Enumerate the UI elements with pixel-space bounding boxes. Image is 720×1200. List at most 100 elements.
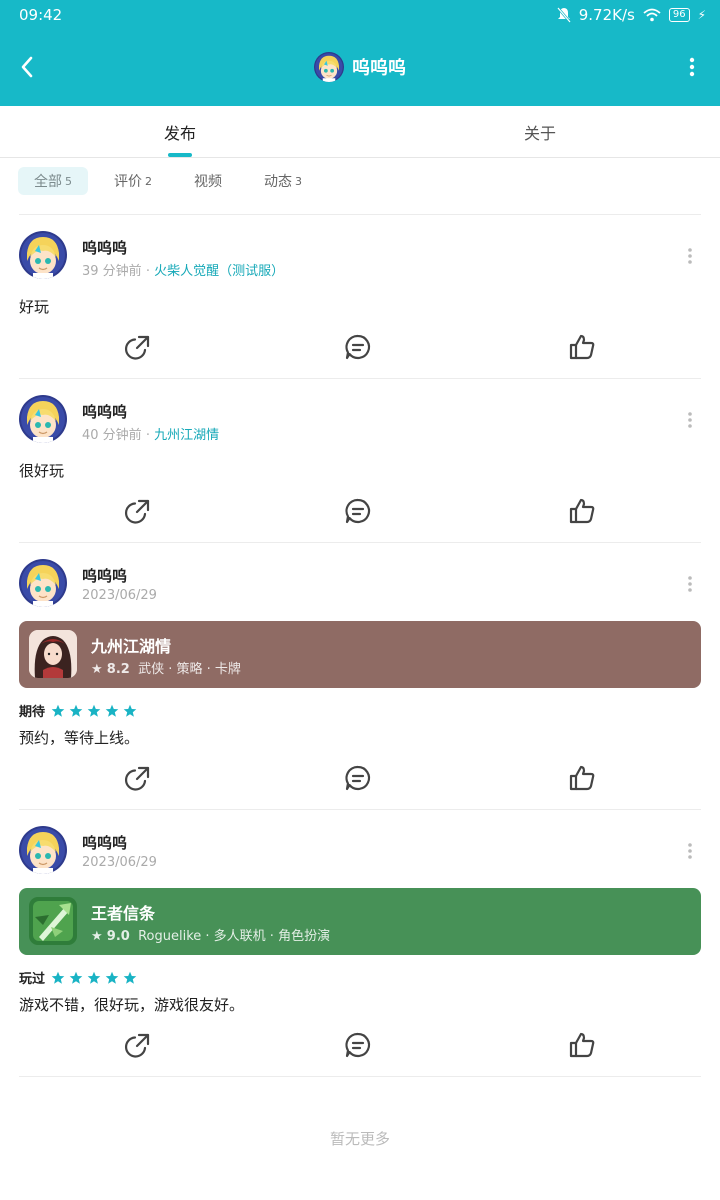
star-rating bbox=[51, 971, 137, 985]
filter-videos[interactable]: 视频 bbox=[178, 167, 238, 195]
comment-icon[interactable] bbox=[343, 332, 373, 362]
profile-title: 呜呜呜 bbox=[0, 52, 720, 82]
status-time: 09:42 bbox=[19, 6, 63, 24]
like-icon[interactable] bbox=[567, 496, 597, 526]
post-actions bbox=[19, 1030, 701, 1060]
game-card[interactable]: 王者信条 ★ 9.0 Roguelike · 多人联机 · 角色扮演 bbox=[19, 888, 701, 955]
comment-icon[interactable] bbox=[343, 763, 373, 793]
post-menu-icon[interactable] bbox=[685, 411, 695, 429]
filter-all[interactable]: 全部 5 bbox=[18, 167, 88, 195]
divider bbox=[19, 542, 701, 543]
divider bbox=[19, 378, 701, 379]
star-icon: ★ bbox=[91, 929, 103, 944]
active-tab-indicator bbox=[168, 153, 192, 157]
review-post: 呜呜呜 2023/06/29 九州江湖情 ★ 8.2 武侠 · 策略 · 卡牌 … bbox=[19, 559, 701, 799]
filter-label: 动态 bbox=[264, 174, 292, 190]
comment-icon[interactable] bbox=[343, 496, 373, 526]
author-name[interactable]: 呜呜呜 bbox=[82, 237, 127, 258]
post-time: 40 分钟前 bbox=[82, 428, 142, 443]
post-actions bbox=[19, 332, 701, 362]
game-card[interactable]: 九州江湖情 ★ 8.2 武侠 · 策略 · 卡牌 bbox=[19, 621, 701, 688]
like-icon[interactable] bbox=[567, 763, 597, 793]
review-text: 预约，等待上线。 bbox=[19, 729, 140, 747]
share-icon[interactable] bbox=[123, 496, 153, 526]
star-icon bbox=[87, 704, 101, 718]
more-options-button[interactable] bbox=[684, 52, 700, 82]
star-icon bbox=[105, 704, 119, 718]
rating-label: 期待 bbox=[19, 705, 46, 720]
review-post: 呜呜呜 2023/06/29 王者信条 ★ 9.0 Roguelike · 多人… bbox=[19, 826, 701, 1066]
bell-muted-icon bbox=[556, 7, 571, 23]
like-icon[interactable] bbox=[567, 332, 597, 362]
star-icon bbox=[105, 971, 119, 985]
network-speed: 9.72K/s bbox=[578, 6, 635, 24]
star-icon bbox=[51, 704, 65, 718]
post-menu-icon[interactable] bbox=[685, 575, 695, 593]
divider bbox=[19, 809, 701, 810]
author-name[interactable]: 呜呜呜 bbox=[82, 401, 127, 422]
post-text: 好玩 bbox=[19, 298, 50, 316]
rating-row: 期待 bbox=[19, 701, 137, 720]
post-menu-icon[interactable] bbox=[685, 842, 695, 860]
meta-separator: · bbox=[145, 264, 150, 279]
feed-post: 呜呜呜 40 分钟前 · 九州江湖情 很好玩 bbox=[19, 395, 701, 535]
game-tags: 武侠 · 策略 · 卡牌 bbox=[138, 662, 241, 677]
tab-about[interactable]: 关于 bbox=[360, 106, 720, 158]
game-icon bbox=[29, 897, 77, 945]
avatar[interactable] bbox=[19, 395, 67, 443]
filter-reviews[interactable]: 评价 2 bbox=[98, 167, 168, 195]
nav-bar: 呜呜呜 bbox=[0, 30, 720, 106]
game-title: 九州江湖情 bbox=[91, 637, 172, 656]
tab-publish[interactable]: 发布 bbox=[0, 106, 360, 158]
star-icon bbox=[51, 971, 65, 985]
star-icon bbox=[69, 971, 83, 985]
author-name[interactable]: 呜呜呜 bbox=[82, 565, 127, 586]
app-header: 09:42 9.72K/s 96 ⚡ 呜呜呜 bbox=[0, 0, 720, 106]
feed-post: 呜呜呜 39 分钟前 · 火柴人觉醒（测试服） 好玩 bbox=[19, 231, 701, 371]
star-rating bbox=[51, 704, 137, 718]
post-time: 2023/06/29 bbox=[82, 588, 157, 603]
post-menu-icon[interactable] bbox=[685, 247, 695, 265]
post-meta: 40 分钟前 · 九州江湖情 bbox=[82, 424, 219, 443]
more-vertical-icon bbox=[689, 57, 695, 77]
battery-indicator: 96 bbox=[668, 8, 690, 22]
game-link[interactable]: 九州江湖情 bbox=[154, 428, 219, 443]
share-icon[interactable] bbox=[123, 763, 153, 793]
filter-moments[interactable]: 动态 3 bbox=[248, 167, 318, 195]
end-of-list-text: 暂无更多 bbox=[329, 1130, 390, 1148]
game-info: ★ 9.0 Roguelike · 多人联机 · 角色扮演 bbox=[91, 925, 330, 944]
divider bbox=[19, 214, 701, 215]
filter-label: 全部 bbox=[34, 174, 62, 190]
star-icon bbox=[87, 971, 101, 985]
post-actions bbox=[19, 496, 701, 526]
filter-count: 5 bbox=[65, 174, 72, 188]
comment-icon[interactable] bbox=[343, 1030, 373, 1060]
share-icon[interactable] bbox=[123, 332, 153, 362]
tab-bar: 发布 关于 bbox=[0, 106, 720, 158]
post-actions bbox=[19, 763, 701, 793]
game-info: ★ 8.2 武侠 · 策略 · 卡牌 bbox=[91, 658, 241, 677]
page-title: 呜呜呜 bbox=[352, 58, 406, 79]
post-time: 39 分钟前 bbox=[82, 264, 142, 279]
rating-label: 玩过 bbox=[19, 972, 46, 987]
share-icon[interactable] bbox=[123, 1030, 153, 1060]
avatar[interactable] bbox=[19, 826, 67, 874]
game-tags: Roguelike · 多人联机 · 角色扮演 bbox=[138, 929, 331, 944]
divider bbox=[19, 1076, 701, 1077]
filter-count: 3 bbox=[295, 174, 302, 188]
like-icon[interactable] bbox=[567, 1030, 597, 1060]
meta-separator: · bbox=[145, 428, 150, 443]
status-bar: 09:42 9.72K/s 96 ⚡ bbox=[0, 0, 720, 30]
game-title: 王者信条 bbox=[91, 904, 156, 923]
post-meta: 39 分钟前 · 火柴人觉醒（测试服） bbox=[82, 260, 284, 279]
game-score: 8.2 bbox=[106, 662, 130, 677]
star-icon bbox=[123, 971, 137, 985]
avatar[interactable] bbox=[19, 231, 67, 279]
wifi-icon bbox=[643, 8, 661, 22]
avatar bbox=[314, 52, 344, 82]
avatar[interactable] bbox=[19, 559, 67, 607]
game-link[interactable]: 火柴人觉醒（测试服） bbox=[154, 264, 284, 279]
post-time: 2023/06/29 bbox=[82, 855, 157, 870]
author-name[interactable]: 呜呜呜 bbox=[82, 832, 127, 853]
review-text: 游戏不错，很好玩，游戏很友好。 bbox=[19, 996, 245, 1014]
